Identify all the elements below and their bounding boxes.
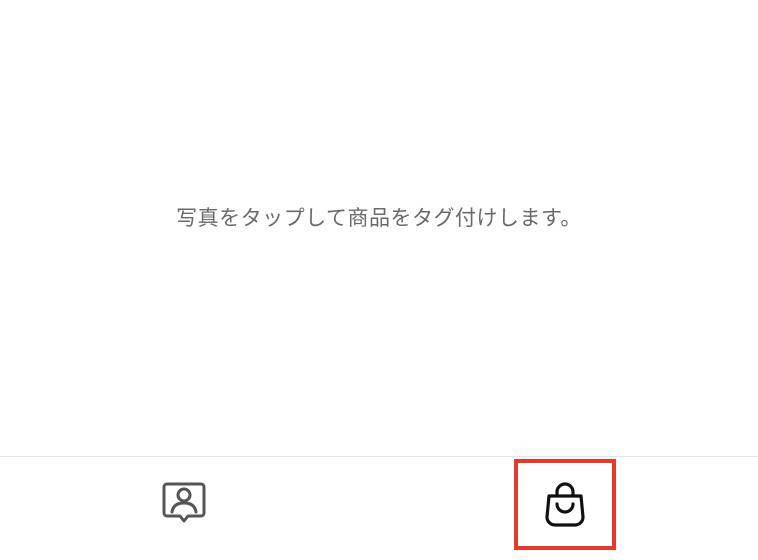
tag-products-tab[interactable] <box>514 459 616 550</box>
tag-products-hint: 写真をタップして商品をタグ付けします。 <box>176 206 582 230</box>
photo-area[interactable]: 写真をタップして商品をタグ付けします。 <box>0 0 758 456</box>
tag-people-icon <box>162 482 206 523</box>
product-tagging-screen: 写真をタップして商品をタグ付けします。 <box>0 0 758 560</box>
bottom-tab-bar <box>0 457 758 560</box>
tag-people-tab[interactable] <box>150 469 218 537</box>
shopping-bag-icon <box>545 481 585 527</box>
